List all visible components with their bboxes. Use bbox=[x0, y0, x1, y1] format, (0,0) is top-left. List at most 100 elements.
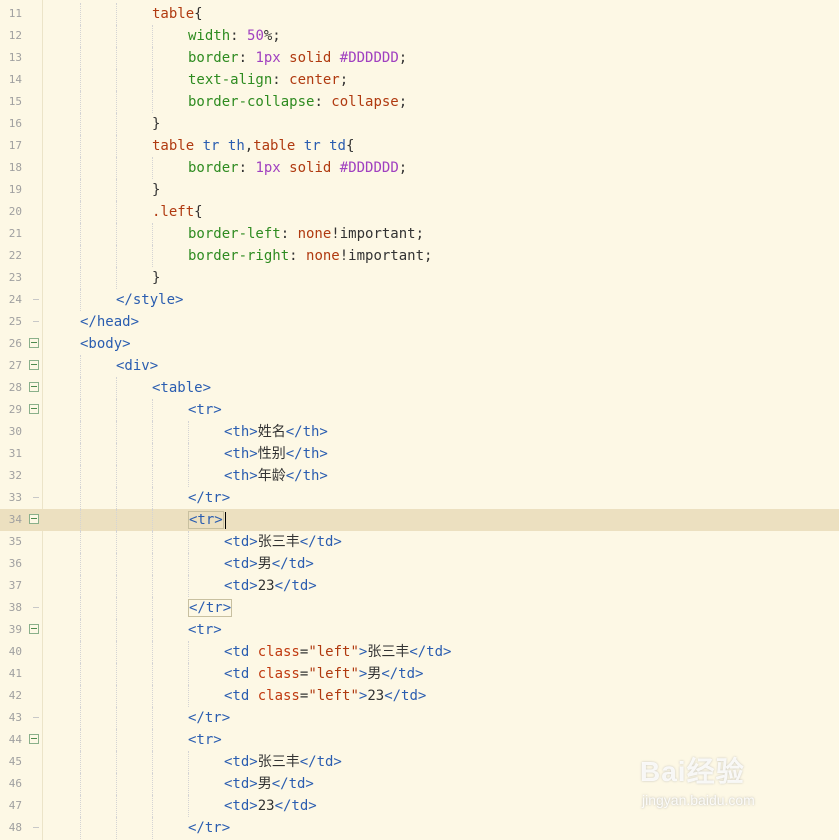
indent-guide bbox=[116, 135, 117, 157]
code-token: td bbox=[329, 138, 346, 154]
code-token: </td> bbox=[409, 644, 452, 660]
fold-collapse-icon[interactable] bbox=[29, 338, 39, 348]
indent-guide bbox=[80, 355, 81, 377]
indent-guide bbox=[116, 773, 117, 795]
indent-guide bbox=[188, 575, 189, 597]
code-token: <tr> bbox=[188, 402, 222, 418]
line-number: 19 bbox=[8, 183, 22, 196]
indent-guide bbox=[80, 179, 81, 201]
indent-guide bbox=[116, 619, 117, 641]
code-token: , bbox=[244, 138, 254, 154]
code-text: <tr> bbox=[188, 510, 226, 530]
code-token: ; bbox=[339, 72, 349, 88]
indent-guide bbox=[116, 663, 117, 685]
code-line[interactable]: 13 border: 1px solid #DDDDDD; bbox=[0, 47, 839, 69]
fold-collapse-icon[interactable] bbox=[29, 514, 39, 524]
code-line[interactable]: 39 <tr> bbox=[0, 619, 839, 641]
indent-guide bbox=[80, 641, 81, 663]
code-token: 性别 bbox=[257, 446, 286, 462]
code-token: </td> bbox=[271, 556, 314, 572]
code-line[interactable]: 31 <th>性别</th> bbox=[0, 443, 839, 465]
code-line[interactable]: 24 </style> bbox=[0, 289, 839, 311]
indent-guide bbox=[80, 245, 81, 267]
line-number: 33 bbox=[8, 491, 22, 504]
code-line[interactable]: 48 </tr> bbox=[0, 817, 839, 839]
indent-guide bbox=[80, 157, 81, 179]
code-line[interactable]: 38 </tr> bbox=[0, 597, 839, 619]
code-line[interactable]: 21 border-left: none!important; bbox=[0, 223, 839, 245]
code-token: : bbox=[238, 160, 256, 176]
code-token: width bbox=[188, 28, 231, 44]
code-token: 年龄 bbox=[257, 468, 286, 484]
code-line[interactable]: 43 </tr> bbox=[0, 707, 839, 729]
code-line[interactable]: 14 text-align: center; bbox=[0, 69, 839, 91]
indent-guide bbox=[80, 223, 81, 245]
code-token: !important; bbox=[331, 226, 425, 242]
code-token: </td> bbox=[271, 776, 314, 792]
indent-guide bbox=[152, 575, 153, 597]
code-line[interactable]: 42 <td class="left">23</td> bbox=[0, 685, 839, 707]
code-line[interactable]: 19} bbox=[0, 179, 839, 201]
code-line[interactable]: 28 <table> bbox=[0, 377, 839, 399]
fold-collapse-icon[interactable] bbox=[29, 404, 39, 414]
indent-guide bbox=[116, 91, 117, 113]
code-text: border-collapse: collapse; bbox=[188, 92, 407, 112]
indent-guide bbox=[116, 751, 117, 773]
code-token: class bbox=[257, 644, 300, 660]
code-line[interactable]: 17 table tr th,table tr td{ bbox=[0, 135, 839, 157]
code-line[interactable]: 29 <tr> bbox=[0, 399, 839, 421]
code-token: tr bbox=[202, 138, 220, 154]
code-token: : bbox=[289, 248, 307, 264]
code-line[interactable]: 25 </head> bbox=[0, 311, 839, 333]
code-line[interactable]: 12 width: 50%; bbox=[0, 25, 839, 47]
fold-collapse-icon[interactable] bbox=[29, 360, 39, 370]
indent-guide bbox=[116, 267, 117, 289]
code-text: <td class="left">张三丰</td> bbox=[224, 642, 451, 662]
code-token: table bbox=[152, 138, 195, 154]
indent-guide bbox=[80, 663, 81, 685]
code-token: 50 bbox=[247, 28, 264, 44]
indent-guide bbox=[188, 663, 189, 685]
code-token: 男 bbox=[257, 776, 272, 792]
fold-collapse-icon[interactable] bbox=[29, 382, 39, 392]
code-line[interactable]: 16} bbox=[0, 113, 839, 135]
code-line[interactable]: 23} bbox=[0, 267, 839, 289]
code-line[interactable]: 32 <th>年龄</th> bbox=[0, 465, 839, 487]
fold-collapse-icon[interactable] bbox=[29, 624, 39, 634]
code-text: </tr> bbox=[188, 708, 230, 728]
indent-guide bbox=[152, 69, 153, 91]
code-token: border bbox=[188, 160, 239, 176]
code-line[interactable]: 15 border-collapse: collapse; bbox=[0, 91, 839, 113]
code-token: </td> bbox=[381, 666, 424, 682]
code-text: <td>23</td> bbox=[224, 576, 317, 596]
fold-collapse-icon[interactable] bbox=[29, 734, 39, 744]
indent-guide bbox=[152, 509, 153, 531]
code-token: <th> bbox=[224, 468, 258, 484]
indent-guide bbox=[152, 619, 153, 641]
code-line[interactable]: 41 <td class="left">男</td> bbox=[0, 663, 839, 685]
line-number: 29 bbox=[8, 403, 22, 416]
code-token: <td> bbox=[224, 534, 258, 550]
code-token: <body> bbox=[80, 336, 131, 352]
indent-guide bbox=[80, 47, 81, 69]
line-number: 45 bbox=[8, 755, 22, 768]
line-number: 15 bbox=[8, 95, 22, 108]
code-line[interactable]: 22 border-right: none!important; bbox=[0, 245, 839, 267]
code-line[interactable]: 40 <td class="left">张三丰</td> bbox=[0, 641, 839, 663]
code-line[interactable]: 26 <body> bbox=[0, 333, 839, 355]
code-line[interactable]: 27 <div> bbox=[0, 355, 839, 377]
code-line[interactable]: 36 <td>男</td> bbox=[0, 553, 839, 575]
indent-guide bbox=[152, 729, 153, 751]
code-line[interactable]: 34 <tr> bbox=[0, 509, 839, 531]
indent-guide bbox=[80, 289, 81, 311]
code-line[interactable]: 20 .left{ bbox=[0, 201, 839, 223]
code-line[interactable]: 33 </tr> bbox=[0, 487, 839, 509]
code-line[interactable]: 37 <td>23</td> bbox=[0, 575, 839, 597]
code-token: %; bbox=[263, 28, 281, 44]
code-line[interactable]: 35 <td>张三丰</td> bbox=[0, 531, 839, 553]
code-line[interactable]: 18 border: 1px solid #DDDDDD; bbox=[0, 157, 839, 179]
code-editor[interactable]: 11 table{12 width: 50%; 13 border: 1px solid… bbox=[0, 0, 839, 840]
code-line[interactable]: 11 table{ bbox=[0, 3, 839, 25]
code-line[interactable]: 30 <th>姓名</th> bbox=[0, 421, 839, 443]
code-token: ; bbox=[398, 50, 408, 66]
